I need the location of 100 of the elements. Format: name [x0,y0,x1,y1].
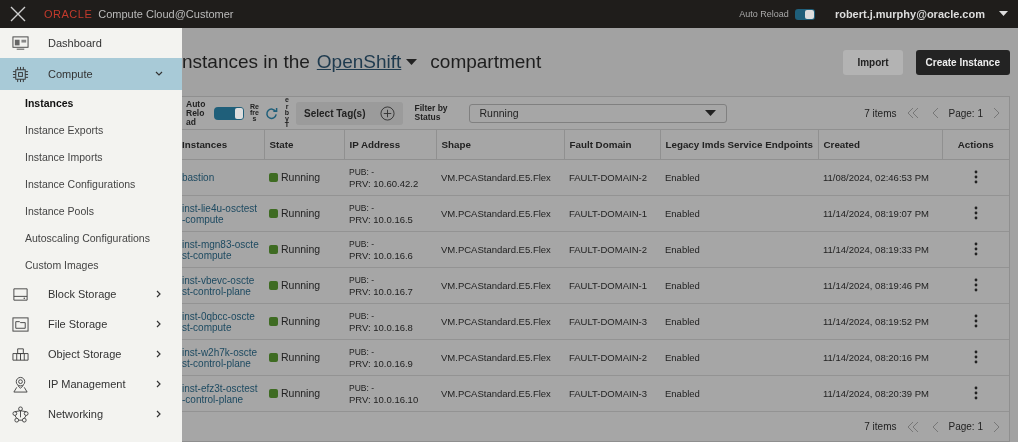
user-menu[interactable]: robert.j.murphy@oracle.com [834,8,985,20]
caret-icon[interactable] [406,58,418,66]
nav-subitem[interactable]: Autoscaling Configurations [0,225,182,252]
endpoint-cell: Enabled [665,172,700,183]
page-title: nstances in the [182,51,310,73]
shape-cell: VM.PCAStandard.E5.Flex [441,244,551,255]
created-cell: 11/14/2024, 08:20:16 PM [823,352,929,363]
private-ip: PRV: 10.0.16.8 [349,321,414,333]
more-options-icon[interactable] [973,241,978,256]
fault-domain-cell: FAULT-DOMAIN-3 [569,388,647,399]
public-ip: PUB: - [349,310,376,322]
page-number: Page: 1 [948,107,983,119]
shape-cell: VM.PCAStandard.E5.Flex [441,388,551,399]
nav-subitem[interactable]: Instance Imports [0,144,182,171]
column-header[interactable]: Instances [182,130,264,160]
column-header[interactable]: State [264,130,344,160]
nav-item[interactable]: Networking [0,399,182,429]
state-text: Running [281,243,321,256]
nav-item[interactable]: IP Management [0,369,182,399]
more-options-icon[interactable] [973,385,978,400]
private-ip: PRV: 10.0.16.10 [349,393,420,405]
state-text: Running [281,171,321,184]
fault-domain-cell: FAULT-DOMAIN-2 [569,352,647,363]
nav-item[interactable]: File Storage [0,309,182,339]
instance-link[interactable]: bastion [182,172,259,183]
endpoint-cell: Enabled [665,244,700,255]
state-text: Running [281,315,321,328]
caret-icon[interactable] [999,11,1008,17]
column-header[interactable]: Actions [942,130,1009,160]
add-icon[interactable] [379,105,395,121]
private-ip: PRV: 10.0.16.5 [349,213,414,225]
private-ip: PRV: 10.0.16.9 [349,357,414,369]
private-ip: PRV: 10.0.16.7 [349,285,414,297]
nav-item[interactable]: Object Storage [0,339,182,369]
created-cell: 11/14/2024, 08:19:33 PM [823,244,929,255]
nav-subitem[interactable]: Custom Images [0,252,182,279]
state-text: Running [281,207,321,220]
compartment-link[interactable]: OpenShift [316,51,402,73]
created-cell: 11/08/2024, 02:46:53 PM [823,172,929,183]
auto-reload-toggle[interactable] [214,106,244,120]
import-button[interactable]: Import [843,49,903,75]
caret-icon [704,109,716,117]
instance-link[interactable]: inst-0qbcc-osctest-compute [182,310,259,333]
column-header[interactable]: Legacy Imds Service Endpoints [660,130,818,160]
refresh-icon[interactable] [265,106,278,120]
state-text: Running [281,279,321,292]
fault-domain-cell: FAULT-DOMAIN-1 [569,280,647,291]
nav-subitem[interactable]: Instances [0,90,182,117]
more-options-icon[interactable] [973,349,978,364]
shape-cell: VM.PCAStandard.E5.Flex [441,208,551,219]
create-button[interactable]: Create Instance [915,49,1010,75]
instance-link[interactable]: inst-vbevc-osctest-control-plane [182,274,259,297]
select-tags-control[interactable]: Select Tag(s) [296,101,403,125]
folder-icon [12,315,29,333]
state-text: Running [281,387,321,400]
endpoint-cell: Enabled [665,208,700,219]
public-ip: PUB: - [349,238,376,250]
public-ip: PUB: - [349,382,376,394]
endpoint-cell: Enabled [665,388,700,399]
more-options-icon[interactable] [973,205,978,220]
item-count: 7 items [864,421,897,432]
public-ip: PUB: - [349,202,376,214]
page-number: Page: 1 [948,421,983,432]
nav-subitem[interactable]: Instance Configurations [0,171,182,198]
nav-subitem[interactable]: Instance Pools [0,198,182,225]
created-cell: 11/14/2024, 08:19:52 PM [823,316,929,327]
public-ip: PUB: - [349,274,376,286]
column-header[interactable]: IP Address [344,130,436,160]
column-header[interactable]: Shape [436,130,564,160]
more-options-icon[interactable] [973,169,978,184]
auto-reload-label: Auto Reload [739,9,789,19]
more-options-icon[interactable] [973,313,978,328]
status-select[interactable]: Running [468,103,727,123]
close-icon[interactable] [10,6,26,22]
instance-link[interactable]: inst-w2h7k-osctest-control-plane [182,346,259,369]
nav-item[interactable]: Block Storage [0,279,182,309]
endpoint-cell: Enabled [665,316,700,327]
endpoint-cell: Enabled [665,280,700,291]
fault-domain-cell: FAULT-DOMAIN-3 [569,316,647,327]
chip-icon [12,65,29,83]
instance-link[interactable]: inst-mgn83-osctest-compute [182,238,259,261]
public-ip: PUB: - [349,346,376,358]
column-header[interactable]: Fault Domain [564,130,660,160]
column-header[interactable]: Created [818,130,942,160]
shape-cell: VM.PCAStandard.E5.Flex [441,172,551,183]
nav-item[interactable]: Dashboard [0,28,182,58]
instance-link[interactable]: inst-lie4u-osctest-compute [182,202,259,225]
logo: ORACLE [44,8,93,20]
product-name: Compute Cloud@Customer [98,8,234,20]
state-text: Running [281,351,321,364]
map-pin-icon [12,375,29,393]
boxes-icon [12,345,29,363]
page-title-suffix: compartment [430,51,542,73]
shape-cell: VM.PCAStandard.E5.Flex [441,352,551,363]
instance-link[interactable]: inst-efz3t-osctest-control-plane [182,382,259,405]
nav-subitem[interactable]: Instance Exports [0,117,182,144]
network-icon [12,405,29,423]
auto-reload-toggle[interactable] [794,8,815,20]
more-options-icon[interactable] [973,277,978,292]
nav-item[interactable]: Compute [0,58,182,90]
